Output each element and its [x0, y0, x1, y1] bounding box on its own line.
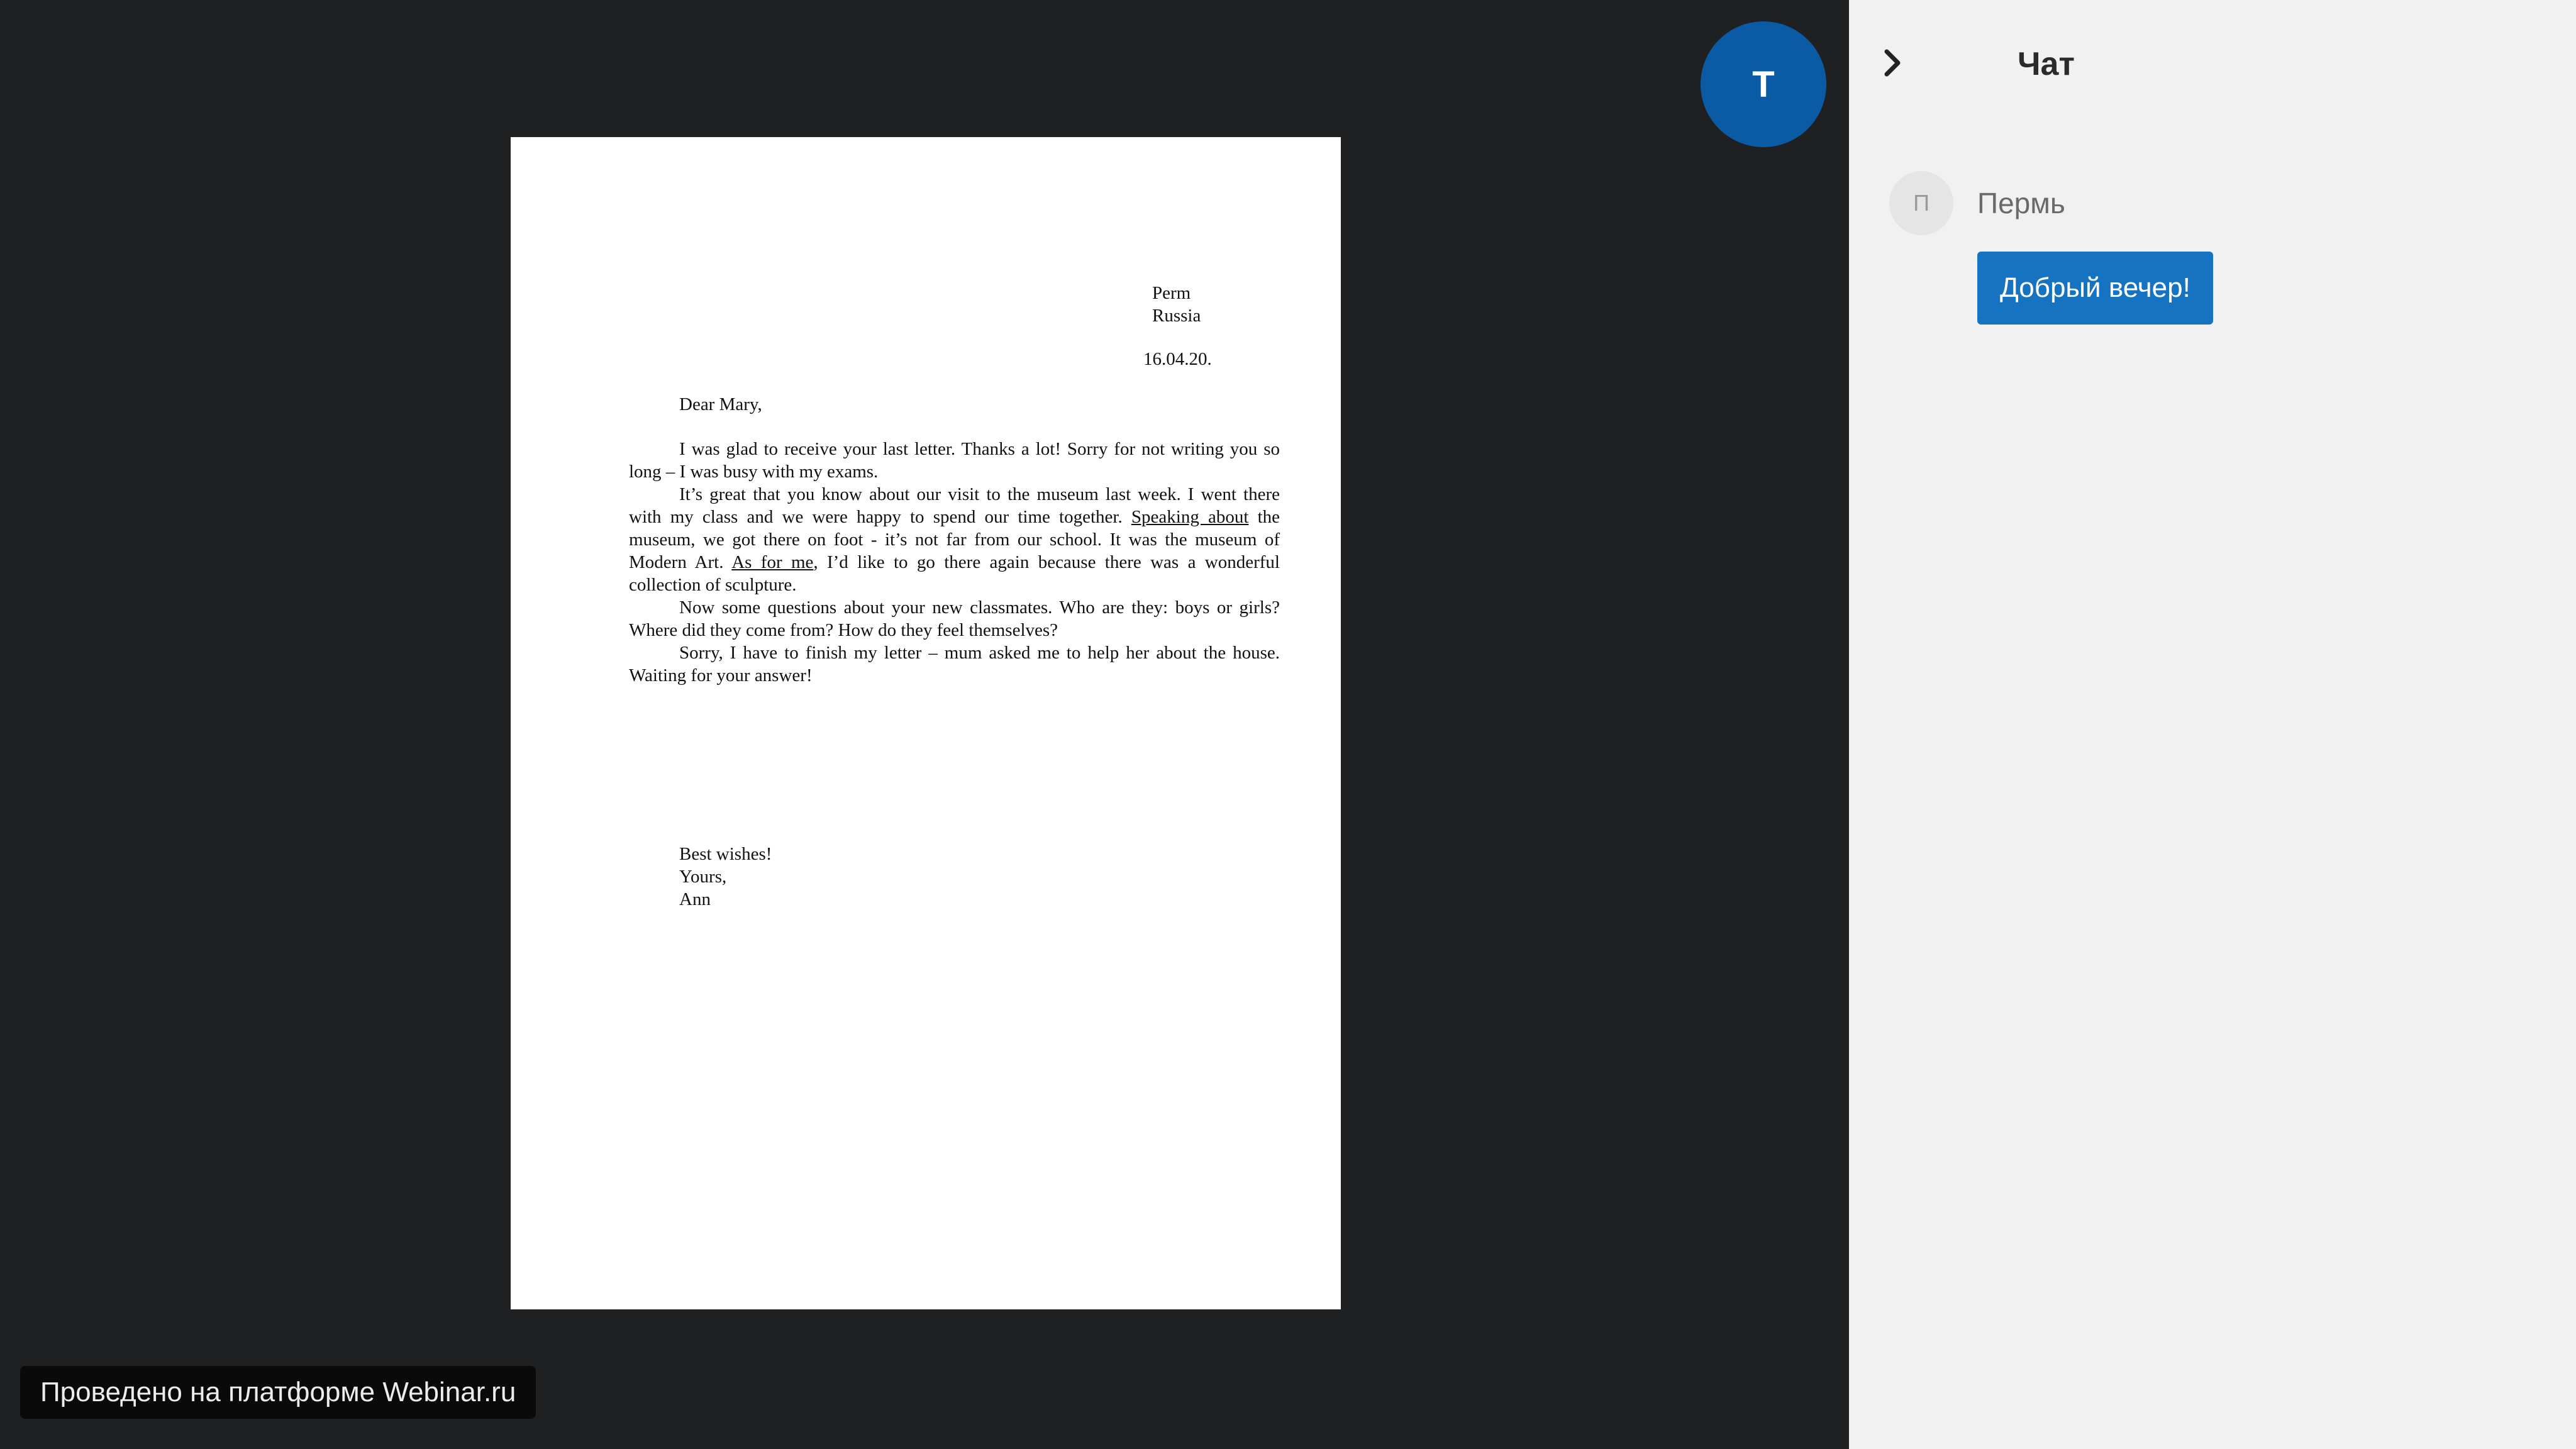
chat-title: Чат — [2018, 46, 2075, 82]
letter-paragraph: It’s great that you know about our visit… — [629, 484, 1280, 595]
letter-body: I was glad to receive your last letter. … — [629, 438, 1280, 687]
closing-line: Yours, — [679, 867, 727, 887]
closing-line: Best wishes! — [679, 844, 772, 864]
letter-date: 16.04.20. — [1143, 349, 1212, 369]
letter-paragraph: Sorry, I have to finish my letter – mum … — [629, 643, 1280, 686]
address-country: Russia — [1152, 306, 1201, 326]
underlined-phrase: Speaking about — [1131, 507, 1249, 527]
presentation-stage: Perm Russia 16.04.20. Dear Mary, I was g… — [0, 0, 1849, 1449]
letter-paragraph: I was glad to receive your last letter. … — [629, 439, 1280, 482]
letter-salutation: Dear Mary, — [679, 394, 762, 414]
message-author: Пермь — [1977, 187, 2065, 219]
message-bubble: Добрый вечер! — [1977, 252, 2213, 325]
presenter-avatar[interactable]: T — [1701, 21, 1826, 147]
platform-badge[interactable]: Проведено на платформе Webinar.ru — [20, 1366, 536, 1419]
chat-panel: Чат П Пермь Добрый вечер! — [1849, 0, 2576, 1449]
letter-address: Perm Russia — [1152, 282, 1278, 327]
document-page: Perm Russia 16.04.20. Dear Mary, I was g… — [511, 137, 1341, 1309]
letter-closing: Best wishes! Yours, Ann — [679, 843, 772, 911]
address-city: Perm — [1152, 283, 1191, 303]
chevron-right-icon — [1884, 49, 1901, 77]
closing-signature: Ann — [679, 889, 711, 909]
chat-collapse-button[interactable] — [1868, 38, 1918, 88]
message-avatar: П — [1889, 171, 1953, 235]
underlined-phrase: As for me — [731, 552, 814, 572]
letter-paragraph: Now some questions about your new classm… — [629, 597, 1280, 640]
